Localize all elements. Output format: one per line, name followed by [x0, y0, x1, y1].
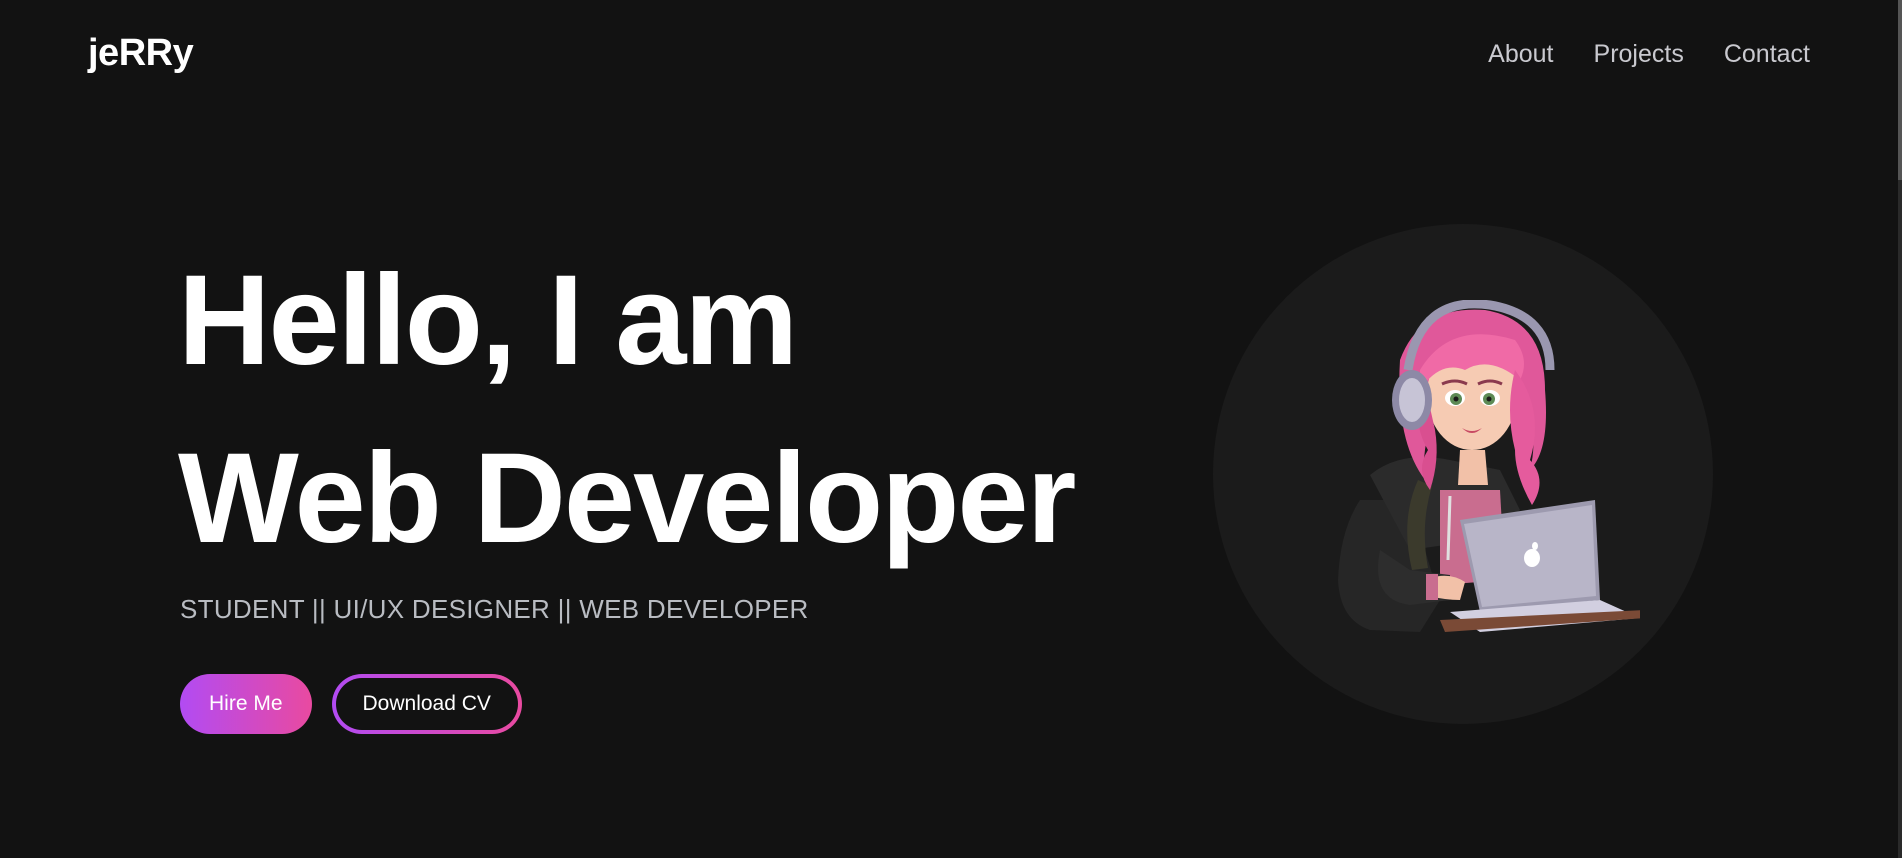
nav-link-contact[interactable]: Contact: [1724, 40, 1810, 69]
logo[interactable]: jeRRy: [88, 32, 194, 75]
download-cv-button[interactable]: Download CV: [331, 674, 522, 734]
hero-subtitle: STUDENT || UI/UX DESIGNER || WEB DEVELOP…: [180, 594, 809, 624]
nav-links: About Projects Contact: [1488, 40, 1810, 69]
hero-greeting: Hello, I am: [178, 249, 798, 392]
scrollbar-thumb[interactable]: [1898, 0, 1902, 180]
download-cv-label: Download CV: [335, 678, 518, 730]
hero-role: Web Developer: [178, 427, 1076, 570]
navbar: jeRRy About Projects Contact: [0, 0, 1902, 112]
hero-buttons: Hire Me Download CV: [180, 674, 522, 734]
nav-link-about[interactable]: About: [1488, 40, 1553, 69]
hire-me-button[interactable]: Hire Me: [180, 674, 312, 734]
scrollbar[interactable]: [1898, 0, 1902, 858]
avatar-icon: [1338, 300, 1640, 632]
nav-link-projects[interactable]: Projects: [1594, 40, 1684, 69]
hero-heading: Hello, I am Web Developer: [178, 232, 1076, 588]
